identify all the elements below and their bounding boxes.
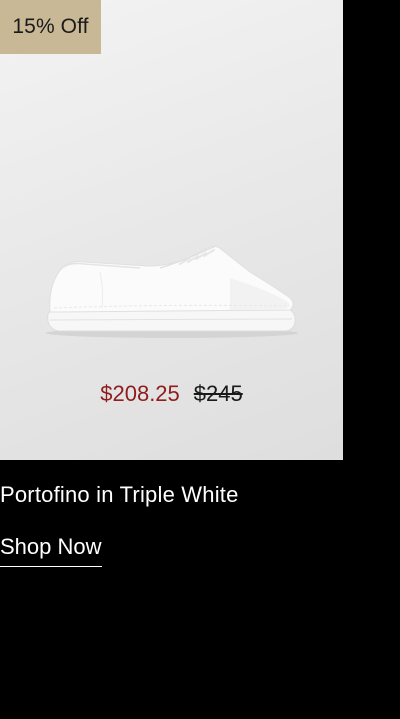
- original-price: $245: [193, 381, 243, 406]
- shoe-product-image[interactable]: [40, 232, 302, 342]
- discount-badge: 15% Off: [0, 0, 101, 54]
- price-row: $208.25 $245: [0, 381, 343, 407]
- product-image-panel[interactable]: 15% Off $208.25 $245: [0, 0, 343, 460]
- product-name[interactable]: Portofino in Triple White: [0, 482, 239, 508]
- sale-price: $208.25: [100, 381, 180, 406]
- product-card: 15% Off $208.25 $245 Portofino in Triple…: [0, 0, 400, 719]
- shop-now-link[interactable]: Shop Now: [0, 534, 102, 567]
